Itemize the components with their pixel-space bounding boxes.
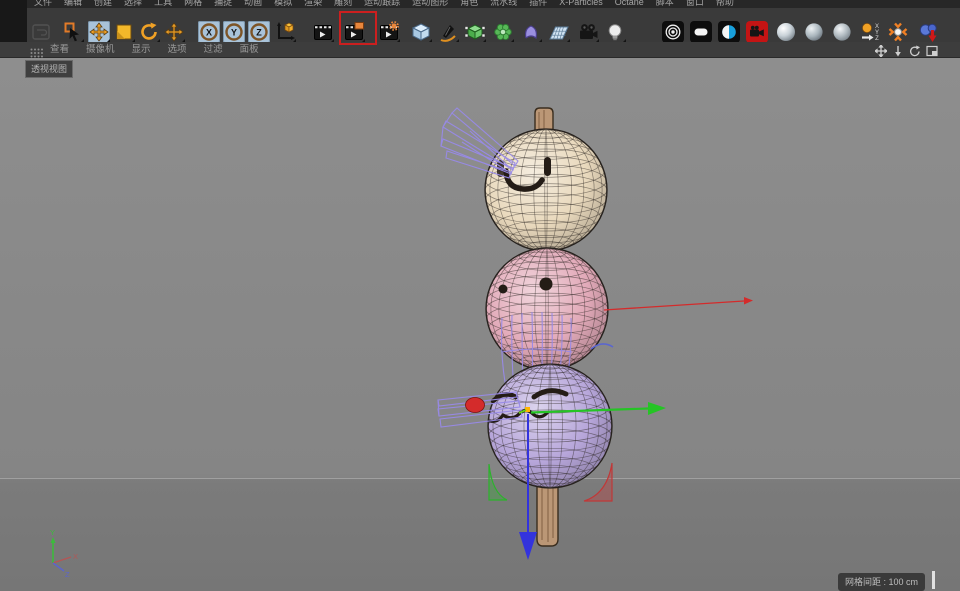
bottom-sphere[interactable] <box>488 364 612 488</box>
mograph-cloner-icon[interactable] <box>492 21 514 43</box>
undo-icon <box>30 21 52 43</box>
menu-item[interactable]: 编辑 <box>58 0 88 8</box>
viewport-menu-display[interactable]: 显示 <box>132 42 151 57</box>
menu-item[interactable]: 插件 <box>523 0 553 8</box>
light-icon[interactable] <box>604 21 626 43</box>
top-sphere[interactable] <box>485 129 607 251</box>
menu-item[interactable]: 网格 <box>178 0 208 8</box>
lock-z-axis-button[interactable]: Z <box>248 21 270 43</box>
lock-x-axis-button[interactable]: X <box>198 21 220 43</box>
last-tool-icon[interactable] <box>163 21 185 43</box>
gizmo-red-axis[interactable] <box>604 297 753 310</box>
viewport-menu-camera[interactable]: 摄像机 <box>86 42 115 57</box>
menu-item[interactable]: 动画 <box>238 0 268 8</box>
render-view-icon[interactable] <box>312 21 334 43</box>
viewport-menu-panel[interactable]: 面板 <box>240 42 259 57</box>
perspective-viewport[interactable]: Y X Z 透视视图 网格间距 : 100 cm <box>0 57 960 591</box>
panel-edge-highlight <box>932 571 935 589</box>
main-toolbar: X Y Z <box>0 8 960 42</box>
octane-daylight-icon[interactable] <box>718 21 740 43</box>
octane-settings-icon[interactable] <box>690 21 712 43</box>
menu-item[interactable]: 捕捉 <box>208 0 238 8</box>
viewport-menu-filter[interactable]: 过滤 <box>204 42 223 57</box>
grid-spacing-label: 网格间距 : 100 cm <box>838 573 925 591</box>
annotation-highlight-box <box>339 11 377 45</box>
svg-text:Z: Z <box>256 28 262 38</box>
panel-grip-icon[interactable] <box>30 45 43 63</box>
lock-y-axis-button[interactable]: Y <box>223 21 245 43</box>
gizmo-red-handle[interactable] <box>466 398 485 413</box>
menu-item[interactable]: 模拟 <box>268 0 298 8</box>
viewport-menu-options[interactable]: 选项 <box>168 42 187 57</box>
menu-item[interactable]: 渲染 <box>298 0 328 8</box>
rotate-view-icon[interactable] <box>909 44 921 56</box>
octane-objects-icon[interactable] <box>917 21 939 43</box>
viewport-menubar: 查看 摄像机 显示 选项 过滤 面板 <box>0 42 960 58</box>
menu-item[interactable]: 选择 <box>118 0 148 8</box>
live-selection-tool-icon[interactable] <box>62 21 84 43</box>
octane-live-viewer-icon[interactable] <box>662 21 684 43</box>
menu-item[interactable]: 雕刻 <box>328 0 358 8</box>
viewport-menu-view[interactable]: 查看 <box>50 42 69 57</box>
window-edge-strip <box>0 0 27 42</box>
menu-item[interactable]: 窗口 <box>680 0 710 8</box>
scene-3d[interactable]: Y X Z <box>0 57 960 591</box>
menu-item[interactable]: 流水线 <box>484 0 523 8</box>
menu-item[interactable]: Octane <box>609 0 650 8</box>
svg-text:X: X <box>206 28 212 38</box>
camera-icon[interactable] <box>577 21 599 43</box>
menu-item[interactable]: 角色 <box>454 0 484 8</box>
move-tool-icon[interactable] <box>88 21 110 43</box>
floor-environment-icon[interactable] <box>548 21 570 43</box>
menu-item[interactable]: 帮助 <box>710 0 740 8</box>
axis-x-label: X <box>73 552 78 561</box>
menu-item[interactable]: 脚本 <box>650 0 680 8</box>
pan-view-icon[interactable] <box>875 44 887 56</box>
ground-plane <box>0 479 960 591</box>
menu-item[interactable]: X-Particles <box>553 0 609 8</box>
svg-text:Y: Y <box>231 28 237 38</box>
add-cube-icon[interactable] <box>410 21 432 43</box>
zoom-view-icon[interactable] <box>892 44 904 56</box>
scale-tool-icon[interactable] <box>113 21 135 43</box>
octane-camera-icon[interactable] <box>746 21 768 43</box>
menu-item[interactable]: 运动跟踪 <box>358 0 406 8</box>
axis-z-label: Z <box>65 570 70 579</box>
menu-item[interactable]: 创建 <box>88 0 118 8</box>
spline-pen-icon[interactable] <box>437 21 459 43</box>
subdivision-surface-icon[interactable] <box>464 21 486 43</box>
render-settings-icon[interactable] <box>378 21 400 43</box>
octane-glossy-material-icon[interactable] <box>803 21 825 43</box>
toggle-view-layout-icon[interactable] <box>926 44 938 56</box>
octane-specular-material-icon[interactable] <box>831 21 853 43</box>
octane-object-tag-icon[interactable]: XYZ <box>859 21 881 43</box>
octane-scatter-icon[interactable] <box>887 21 909 43</box>
octane-diffuse-material-icon[interactable] <box>775 21 797 43</box>
rotate-tool-icon[interactable] <box>138 21 160 43</box>
axis-y-label: Y <box>50 528 55 537</box>
coordinate-system-icon[interactable] <box>274 21 296 43</box>
deformer-icon[interactable] <box>520 21 542 43</box>
menu-item[interactable]: 运动图形 <box>406 0 454 8</box>
menu-item[interactable]: 工具 <box>148 0 178 8</box>
main-menubar: 文件 编辑 创建 选择 工具 网格 捕捉 动画 模拟 渲染 雕刻 运动跟踪 运动… <box>0 0 960 8</box>
menu-item[interactable]: 文件 <box>28 0 58 8</box>
